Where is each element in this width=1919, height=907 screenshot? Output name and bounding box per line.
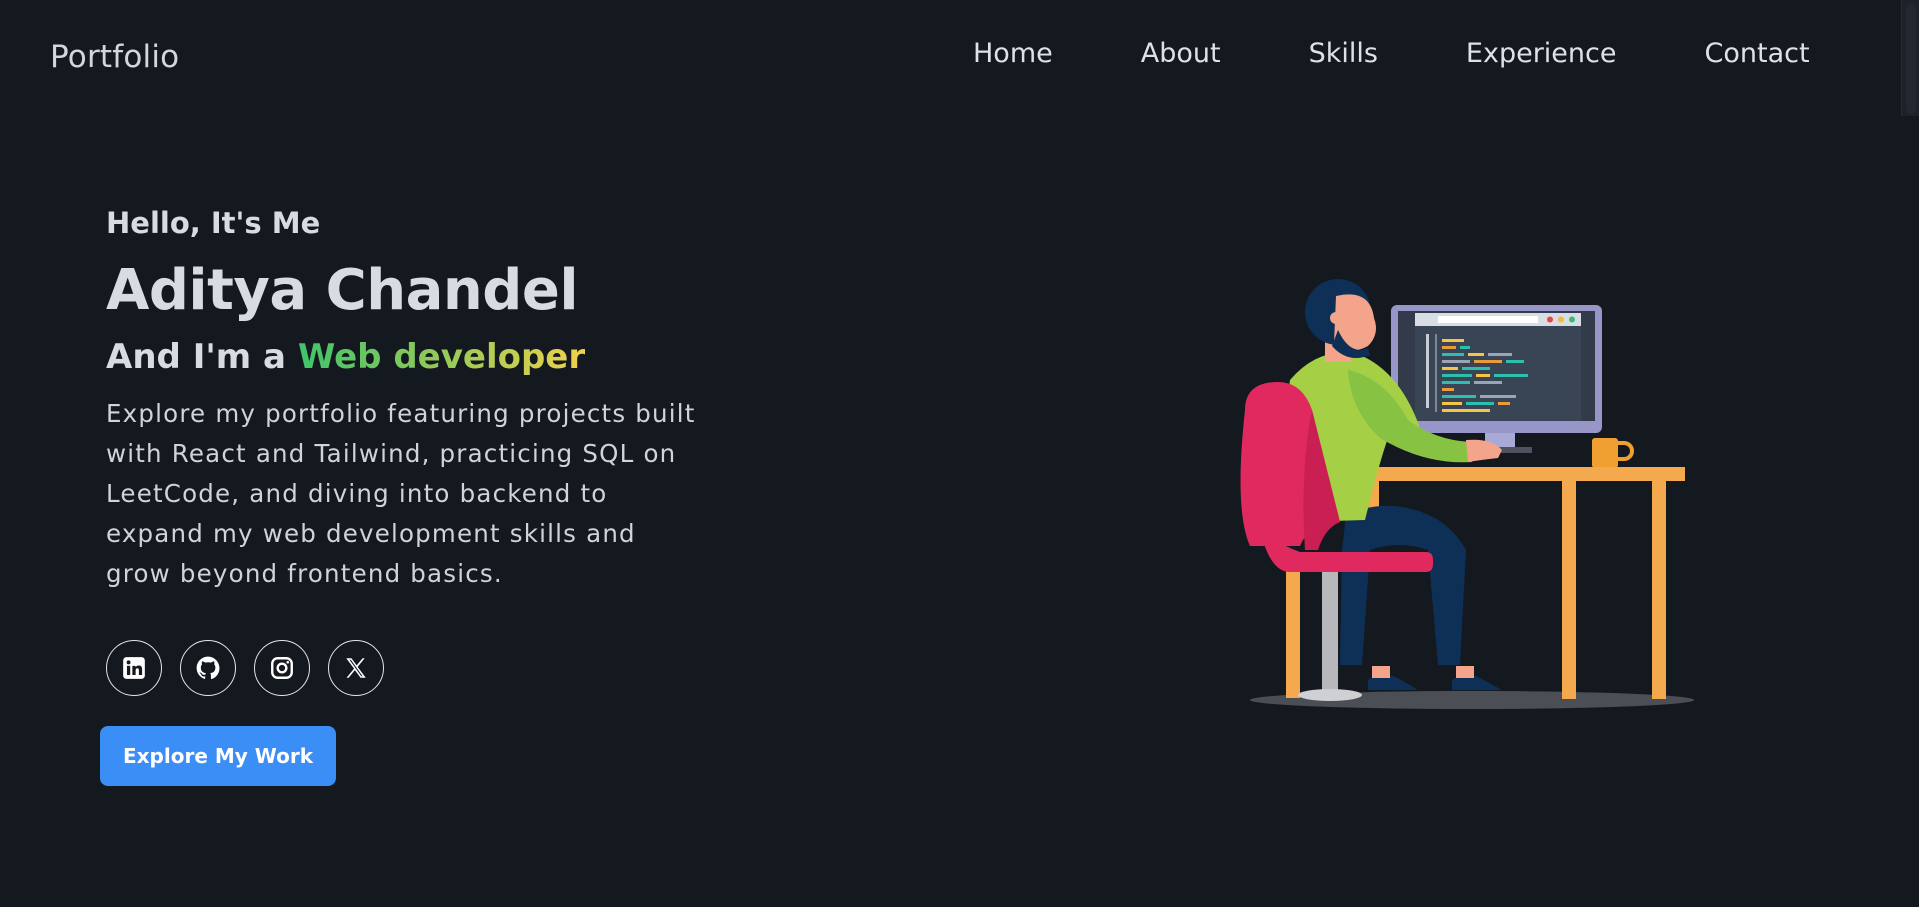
developer-illustration — [1240, 279, 1694, 709]
hero-name: Aditya Chandel — [106, 258, 579, 323]
github-button[interactable] — [180, 640, 236, 696]
hero-bio: Explore my portfolio featuring projects … — [106, 399, 696, 588]
x-icon — [346, 658, 366, 678]
nav-link-contact[interactable]: Contact — [1705, 38, 1810, 69]
nav-link-skills[interactable]: Skills — [1309, 38, 1378, 69]
instagram-icon — [271, 657, 293, 679]
nav-link-home[interactable]: Home — [973, 38, 1053, 69]
linkedin-button[interactable] — [106, 640, 162, 696]
x-button[interactable] — [328, 640, 384, 696]
hero-section: Hello, It's Me Aditya Chandel And I'm a … — [106, 206, 726, 594]
navbar: Portfolio Home About Skills Experience C… — [0, 0, 1919, 116]
explore-work-button[interactable]: Explore My Work — [100, 726, 336, 786]
linkedin-icon — [123, 657, 145, 679]
nav-link-experience[interactable]: Experience — [1466, 38, 1617, 69]
instagram-button[interactable] — [254, 640, 310, 696]
social-links — [106, 640, 384, 696]
nav-links: Home About Skills Experience Contact — [973, 38, 1810, 69]
role-highlight: Web developer — [297, 337, 586, 377]
hero-role-line: And I'm a Web developer — [106, 337, 726, 377]
scrollbar[interactable] — [1901, 0, 1919, 116]
brand-logo[interactable]: Portfolio — [50, 39, 179, 75]
github-icon — [196, 656, 220, 680]
role-prefix: And I'm a — [106, 337, 298, 377]
hero-greeting: Hello, It's Me — [106, 206, 321, 240]
nav-link-about[interactable]: About — [1141, 38, 1221, 69]
